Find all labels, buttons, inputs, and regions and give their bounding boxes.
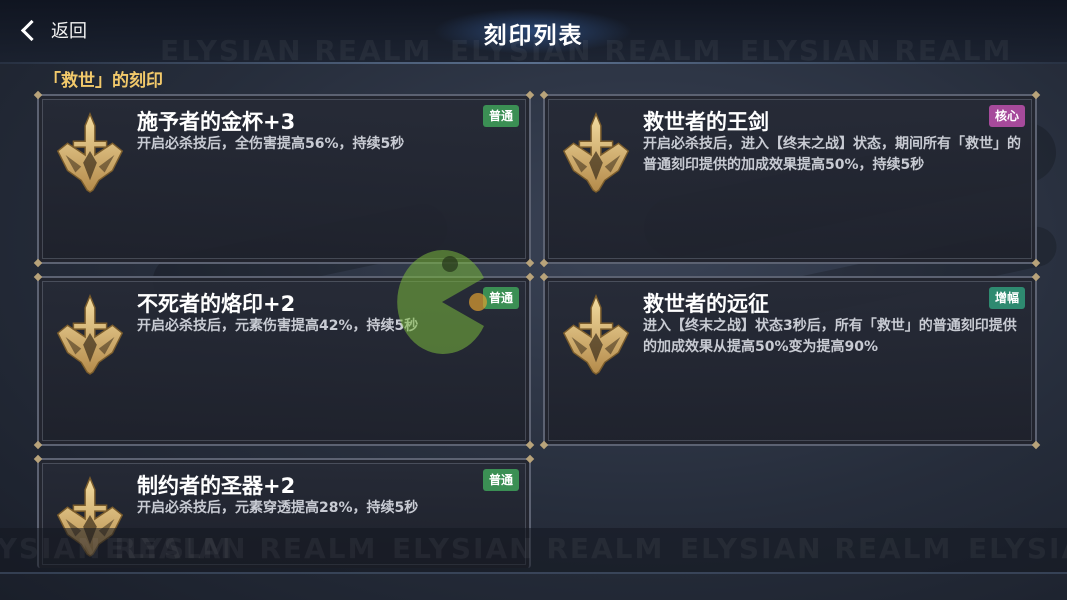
watermark-text: ELYSIAN REALM bbox=[392, 532, 665, 565]
card-corner-ornament bbox=[525, 454, 535, 464]
card-title: 施予者的金杯+3 bbox=[137, 110, 296, 134]
card-corner-ornament bbox=[539, 258, 549, 268]
card-corner-ornament bbox=[525, 440, 535, 450]
card-corner-ornament bbox=[1031, 440, 1041, 450]
card-corner-ornament bbox=[33, 90, 43, 100]
sword-emblem-icon bbox=[57, 113, 123, 193]
card-description: 开启必杀技后，全伤害提高56%，持续5秒 bbox=[137, 136, 405, 152]
card-corner-ornament bbox=[33, 258, 43, 268]
card-corner-ornament bbox=[1031, 90, 1041, 100]
card-description: 开启必杀技后，进入【终末之战】状态，期间所有「救世」的普通刻印提供的加成效果提高… bbox=[643, 136, 1021, 173]
section-heading: 「救世」的刻印 bbox=[44, 71, 163, 91]
page-title: 刻印列表 bbox=[483, 23, 584, 49]
rarity-badge: 核心 bbox=[988, 105, 1025, 127]
sword-emblem-icon bbox=[563, 295, 629, 375]
card-corner-ornament bbox=[33, 440, 43, 450]
rarity-badge: 普通 bbox=[482, 105, 519, 127]
card-corner-ornament bbox=[33, 272, 43, 282]
card-corner-ornament bbox=[1031, 272, 1041, 282]
watermark-text: ELYSIAN REALM bbox=[105, 532, 378, 565]
card-title: 救世者的远征 bbox=[643, 292, 769, 316]
rarity-badge: 增幅 bbox=[988, 287, 1025, 309]
card-corner-ornament bbox=[525, 258, 535, 268]
sword-emblem-icon bbox=[563, 113, 629, 193]
pacman-logo-icon bbox=[397, 250, 487, 354]
watermark-text: ELYSIAN REALM bbox=[968, 532, 1067, 565]
watermark-text: ELYSIAN REALM bbox=[680, 532, 953, 565]
card-title: 制约者的圣器+2 bbox=[137, 474, 296, 498]
card-corner-ornament bbox=[525, 90, 535, 100]
rarity-badge: 普通 bbox=[482, 469, 519, 491]
stigmata-card[interactable]: 施予者的金杯+3 开启必杀技后，全伤害提高56%，持续5秒 普通 bbox=[33, 90, 535, 268]
card-corner-ornament bbox=[539, 272, 549, 282]
bottom-divider bbox=[0, 572, 1067, 574]
card-description: 开启必杀技后，元素穿透提高28%，持续5秒 bbox=[137, 500, 419, 516]
sword-emblem-icon bbox=[57, 295, 123, 375]
card-corner-ornament bbox=[525, 272, 535, 282]
card-description: 进入【终末之战】状态3秒后，所有「救世」的普通刻印提供的加成效果从提高50%变为… bbox=[643, 318, 1017, 355]
card-title: 救世者的王剑 bbox=[643, 110, 769, 134]
rarity-badge: 普通 bbox=[482, 287, 519, 309]
stigmata-card[interactable]: 救世者的王剑 开启必杀技后，进入【终末之战】状态，期间所有「救世」的普通刻印提供… bbox=[539, 90, 1041, 268]
card-title: 不死者的烙印+2 bbox=[137, 292, 296, 316]
card-corner-ornament bbox=[539, 90, 549, 100]
card-corner-ornament bbox=[539, 440, 549, 450]
stigmata-card[interactable]: 救世者的远征 进入【终末之战】状态3秒后，所有「救世」的普通刻印提供的加成效果从… bbox=[539, 272, 1041, 450]
card-corner-ornament bbox=[33, 454, 43, 464]
